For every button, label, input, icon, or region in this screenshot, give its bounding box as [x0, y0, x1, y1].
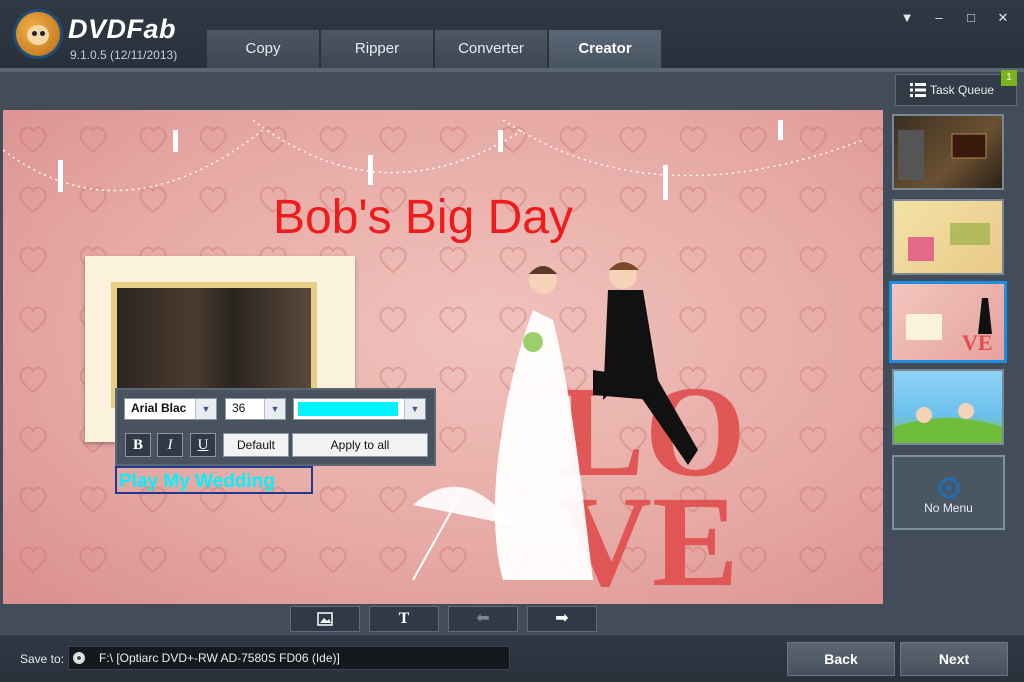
template-bluray-film[interactable]: [892, 114, 1004, 190]
minimize-icon[interactable]: –: [930, 10, 948, 26]
font-size-select[interactable]: 36 ▼: [225, 398, 286, 420]
font-family-select[interactable]: Arial Blac ▼: [124, 398, 217, 420]
next-page-button[interactable]: ➡: [527, 606, 597, 632]
font-size-value: 36: [232, 401, 246, 415]
wedding-template-icon: VE: [906, 298, 993, 355]
chevron-down-icon[interactable]: ▼: [404, 399, 425, 419]
film-reel-icon: [898, 130, 987, 180]
italic-button[interactable]: I: [157, 433, 183, 457]
tab-ripper[interactable]: Ripper: [321, 30, 434, 68]
task-queue-count-badge: 1: [1001, 70, 1017, 86]
chevron-down-icon[interactable]: ▼: [195, 399, 216, 419]
parasol-decoration: [412, 486, 513, 581]
color-swatch: [298, 402, 398, 416]
tab-creator[interactable]: Creator: [549, 30, 662, 68]
brand-name: DVDFab: [68, 14, 177, 44]
menu-dropdown-icon[interactable]: ▼: [898, 10, 916, 26]
task-queue-button[interactable]: Task Queue: [895, 74, 1017, 106]
font-color-picker[interactable]: ▼: [293, 398, 426, 420]
app-version: 9.1.0.5 (12/11/2013): [70, 48, 178, 62]
maximize-icon[interactable]: □: [962, 10, 980, 26]
video-preview: [117, 288, 311, 402]
template-kids[interactable]: [892, 369, 1004, 445]
apply-to-all-button[interactable]: Apply to all: [292, 433, 428, 457]
menu-title-text[interactable]: Bob's Big Day: [273, 190, 573, 245]
bold-button[interactable]: B: [125, 433, 151, 457]
image-icon: [317, 612, 333, 626]
text-style-toolbox: Arial Blac ▼ 36 ▼ ▼ B I U Default Apply …: [115, 388, 436, 466]
font-family-value: Arial Blac: [131, 401, 187, 415]
list-icon: [910, 83, 926, 97]
tab-copy[interactable]: Copy: [207, 30, 320, 68]
play-button-text[interactable]: Play My Wedding: [115, 466, 313, 494]
template-wedding[interactable]: VE: [889, 281, 1007, 363]
save-to-radio[interactable]: [73, 652, 85, 664]
back-button[interactable]: Back: [787, 642, 895, 676]
dvdfab-logo-icon: [16, 12, 60, 56]
add-text-button[interactable]: T: [369, 606, 439, 632]
no-menu-label: No Menu: [924, 501, 973, 515]
close-icon[interactable]: ✕: [994, 10, 1012, 26]
menu-preview-canvas[interactable]: Bob's Big Day LO VE Play My Wedding: [3, 110, 883, 604]
chevron-down-icon[interactable]: ▼: [264, 399, 285, 419]
previous-page-button[interactable]: ⬅: [448, 606, 518, 632]
task-queue-label: Task Queue: [930, 83, 995, 97]
default-style-button[interactable]: Default: [223, 433, 289, 457]
disc-icon: [938, 477, 959, 499]
birthday-cake-icon: [908, 223, 990, 261]
template-birthday[interactable]: [892, 199, 1004, 275]
save-to-label: Save to:: [20, 652, 65, 666]
underline-button[interactable]: U: [190, 433, 216, 457]
tab-converter[interactable]: Converter: [435, 30, 548, 68]
save-to-field[interactable]: F:\ [Optiarc DVD+-RW AD-7580S FD06 (Ide)…: [68, 646, 510, 670]
add-image-button[interactable]: [290, 606, 360, 632]
kids-cartoon-icon: [894, 403, 1002, 443]
no-menu-option[interactable]: No Menu: [892, 455, 1005, 530]
next-button[interactable]: Next: [900, 642, 1008, 676]
